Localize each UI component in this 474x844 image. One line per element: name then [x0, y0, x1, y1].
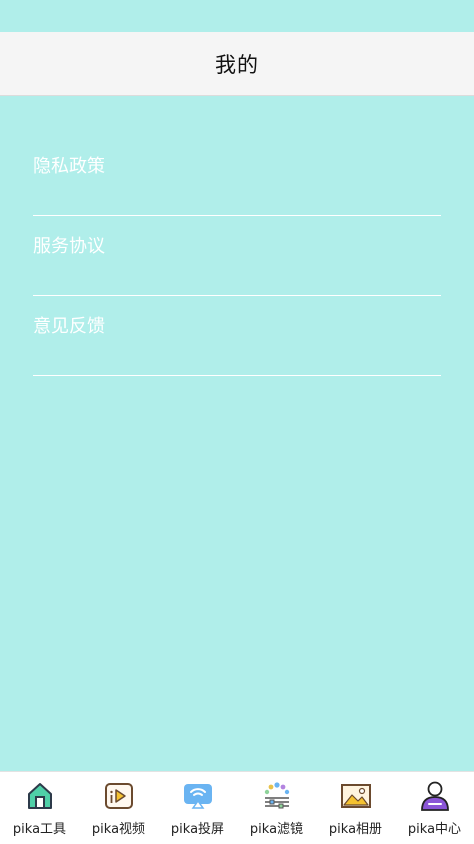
menu-item-service-agreement[interactable]: 服务协议 [33, 216, 441, 296]
tab-video[interactable]: pika视频 [79, 772, 158, 844]
bottom-tab-bar: pika工具 pika视频 pika投屏 pika滤镜 pika相册 pika中… [0, 771, 474, 844]
settings-menu: 隐私政策 服务协议 意见反馈 [33, 136, 441, 376]
tab-filter[interactable]: pika滤镜 [237, 772, 316, 844]
tab-label: pika相册 [328, 822, 383, 837]
tab-cast[interactable]: pika投屏 [158, 772, 237, 844]
tab-tools[interactable]: pika工具 [0, 772, 79, 844]
tab-album[interactable]: pika相册 [316, 772, 395, 844]
page-title: 我的 [215, 52, 259, 77]
home-icon [27, 783, 52, 809]
tab-label: pika工具 [12, 822, 67, 837]
menu-item-label: 服务协议 [33, 236, 105, 257]
tab-label: pika中心 [407, 822, 462, 837]
status-bar [0, 0, 474, 32]
menu-item-label: 意见反馈 [33, 316, 105, 337]
header-bar: 我的 [0, 32, 474, 96]
video-icon [104, 783, 133, 809]
album-icon [340, 784, 371, 808]
user-icon [420, 781, 449, 811]
tab-label: pika滤镜 [249, 822, 304, 837]
tab-center[interactable]: pika中心 [395, 772, 474, 844]
menu-item-label: 隐私政策 [33, 156, 105, 177]
menu-item-feedback[interactable]: 意见反馈 [33, 296, 441, 376]
tab-label: pika视频 [91, 822, 146, 837]
tab-label: pika投屏 [170, 822, 225, 837]
menu-item-privacy-policy[interactable]: 隐私政策 [33, 136, 441, 216]
cast-icon [183, 784, 212, 809]
filter-icon [264, 782, 289, 809]
